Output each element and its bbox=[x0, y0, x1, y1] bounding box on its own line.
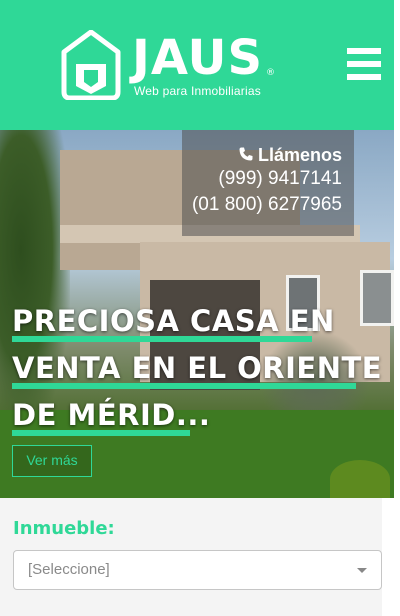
hero-banner: Llámenos (999) 9417141 (01 800) 6277965 … bbox=[0, 130, 394, 498]
contact-title-label: Llámenos bbox=[257, 145, 342, 165]
chevron-down-icon bbox=[357, 568, 367, 573]
contact-title[interactable]: Llámenos bbox=[182, 144, 342, 166]
registered-mark: ® bbox=[266, 68, 275, 78]
headline-underline bbox=[12, 336, 312, 342]
brand-tagline: Web para Inmobiliarias bbox=[134, 84, 261, 98]
phone-number-1[interactable]: (999) 9417141 bbox=[182, 166, 342, 192]
phone-number-2[interactable]: (01 800) 6277965 bbox=[182, 192, 342, 218]
property-type-value: [Seleccione] bbox=[28, 561, 110, 578]
menu-bar bbox=[347, 74, 381, 80]
contact-box: Llámenos (999) 9417141 (01 800) 6277965 bbox=[182, 130, 354, 236]
property-type-label: Inmueble: bbox=[13, 518, 115, 539]
headline-underline bbox=[12, 383, 356, 389]
menu-bar bbox=[347, 48, 381, 54]
menu-bar bbox=[347, 61, 381, 67]
property-headline[interactable]: PRECIOSA CASA EN VENTA EN EL ORIENTE DE … bbox=[12, 298, 382, 439]
hamburger-menu-icon[interactable] bbox=[347, 48, 381, 84]
site-header: JAUS ® Web para Inmobiliarias bbox=[0, 0, 394, 130]
phone-icon bbox=[239, 147, 253, 161]
search-panel: Inmueble: [Seleccione] bbox=[0, 498, 382, 616]
hero-photo-bush bbox=[330, 460, 390, 498]
view-more-button[interactable]: Ver más bbox=[12, 445, 92, 477]
property-type-select[interactable]: [Seleccione] bbox=[13, 550, 382, 590]
headline-underline bbox=[12, 430, 190, 436]
brand-name: JAUS bbox=[132, 30, 264, 86]
house-logo-icon bbox=[61, 30, 121, 100]
brand-logo[interactable]: JAUS ® Web para Inmobiliarias bbox=[60, 30, 280, 102]
